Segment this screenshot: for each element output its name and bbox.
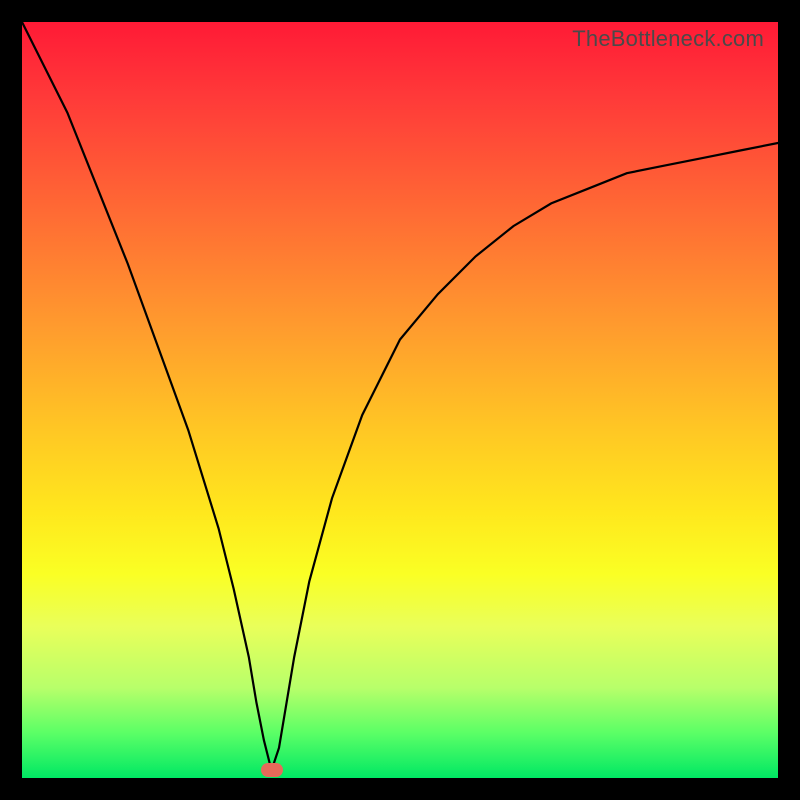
curve-path (22, 22, 778, 770)
site-watermark: TheBottleneck.com (572, 26, 764, 52)
plot-area: TheBottleneck.com (22, 22, 778, 778)
bottleneck-curve (22, 22, 778, 778)
chart-root: TheBottleneck.com (0, 0, 800, 800)
bottleneck-marker (261, 763, 283, 777)
